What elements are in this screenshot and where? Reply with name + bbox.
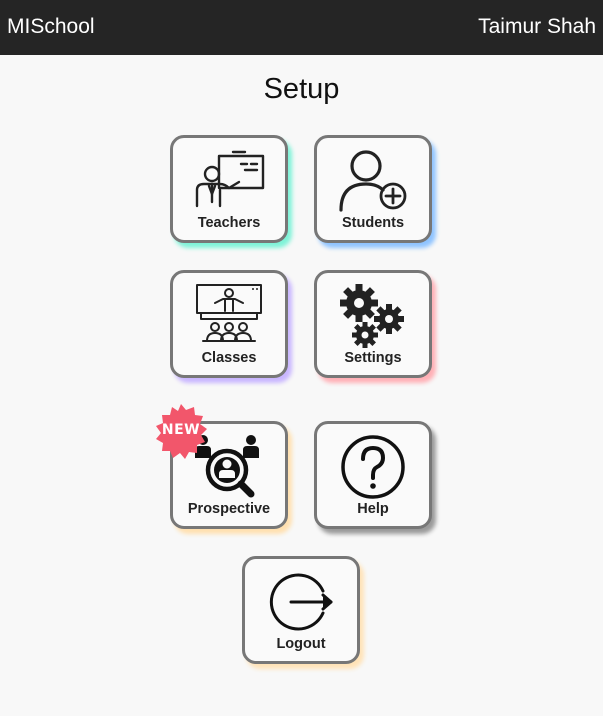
- add-user-icon: [333, 146, 413, 216]
- prospective-label: Prospective: [187, 501, 271, 517]
- students-label: Students: [341, 215, 405, 231]
- classes-label: Classes: [201, 350, 257, 366]
- help-icon: [333, 432, 413, 502]
- help-label: Help: [357, 501, 389, 517]
- logout-tile[interactable]: Logout: [242, 556, 360, 664]
- teachers-label: Teachers: [197, 215, 261, 231]
- teacher-icon: [189, 146, 269, 216]
- settings-tile[interactable]: Settings: [314, 270, 432, 378]
- new-badge: NEW: [153, 403, 209, 459]
- app-brand[interactable]: MISchool: [7, 15, 95, 39]
- students-tile[interactable]: Students: [314, 135, 432, 243]
- top-bar: MISchool Taimur Shah: [0, 0, 603, 55]
- page-title: Setup: [263, 73, 340, 105]
- user-name[interactable]: Taimur Shah: [478, 15, 596, 39]
- help-tile[interactable]: Help: [314, 421, 432, 529]
- classroom-icon: [189, 281, 269, 351]
- teachers-tile[interactable]: Teachers: [170, 135, 288, 243]
- logout-label: Logout: [276, 636, 326, 652]
- logout-icon: [261, 567, 341, 637]
- gears-icon: [333, 281, 413, 351]
- new-badge-text: NEW: [161, 422, 201, 438]
- classes-tile[interactable]: Classes: [170, 270, 288, 378]
- settings-label: Settings: [344, 350, 402, 366]
